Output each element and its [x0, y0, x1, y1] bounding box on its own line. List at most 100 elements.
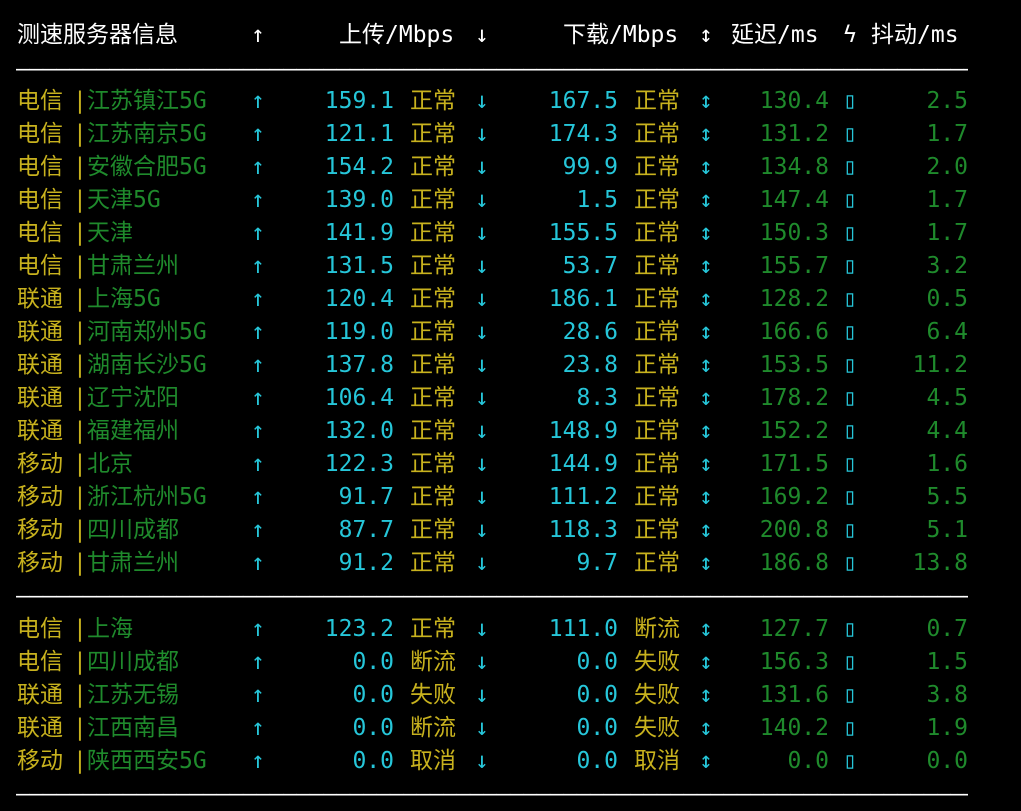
box-icon: ▯	[843, 649, 857, 675]
box-icon: ▯	[843, 88, 857, 114]
isp-name: 电信	[17, 616, 63, 642]
bar-separator: |	[73, 748, 87, 774]
server-location: 甘肃兰州	[87, 550, 179, 576]
latency-value: 131.6	[759, 682, 829, 708]
table-row: 电信 | 安徽合肥5G ↑ 154.2 正常 ↓ 99.9 正常 ↕ 134.8 ▯ 2.0	[0, 151, 1021, 184]
server-location: 天津5G	[87, 187, 161, 213]
upload-value: 0.0	[352, 748, 394, 774]
updown-arrow-icon: ↕	[699, 220, 713, 246]
download-value: 0.0	[576, 649, 618, 675]
bar-separator: |	[73, 121, 87, 147]
isp-name: 联通	[17, 715, 63, 741]
download-status: 正常	[634, 88, 680, 114]
download-value: 0.0	[576, 748, 618, 774]
updown-arrow-icon: ↕	[699, 154, 713, 180]
download-value: 28.6	[562, 319, 618, 345]
down-arrow-icon: ↓	[475, 253, 489, 279]
jitter-value: 1.7	[926, 121, 968, 147]
jitter-value: 0.7	[926, 616, 968, 642]
up-arrow-icon: ↑	[251, 385, 265, 411]
server-location: 江苏南京5G	[87, 121, 207, 147]
bar-separator: |	[73, 319, 87, 345]
jitter-value: 3.8	[926, 682, 968, 708]
down-arrow-icon: ↓	[475, 715, 489, 741]
upload-value: 139.0	[324, 187, 394, 213]
bar-separator: |	[73, 88, 87, 114]
bar-separator: |	[73, 550, 87, 576]
box-icon: ▯	[843, 385, 857, 411]
download-status: 正常	[634, 286, 680, 312]
latency-value: 0.0	[787, 748, 829, 774]
download-value: 53.7	[562, 253, 618, 279]
table-row: 电信 | 天津5G ↑ 139.0 正常 ↓ 1.5 正常 ↕ 147.4 ▯ 1.7	[0, 184, 1021, 217]
download-status: 正常	[634, 352, 680, 378]
bar-separator: |	[73, 286, 87, 312]
updown-arrow-icon: ↕	[699, 319, 713, 345]
download-status: 正常	[634, 517, 680, 543]
download-status: 取消	[634, 748, 680, 774]
up-arrow-icon: ↑	[251, 616, 265, 642]
server-location: 四川成都	[87, 649, 179, 675]
jitter-value: 3.2	[926, 253, 968, 279]
down-arrow-icon: ↓	[475, 748, 489, 774]
header-download: 下载/Mbps	[563, 22, 679, 48]
download-status: 正常	[634, 319, 680, 345]
server-location: 辽宁沈阳	[87, 385, 179, 411]
box-icon: ▯	[843, 121, 857, 147]
isp-name: 联通	[17, 286, 63, 312]
down-arrow-icon: ↓	[475, 682, 489, 708]
jitter-value: 1.6	[926, 451, 968, 477]
server-location: 上海	[87, 616, 133, 642]
separator-text: ————————————————————————————————————————…	[16, 781, 968, 807]
table-row: 电信 | 上海 ↑ 123.2 正常 ↓ 111.0 断流 ↕ 127.7 ▯ 0.7	[0, 613, 1021, 646]
up-arrow-icon: ↑	[251, 550, 265, 576]
latency-value: 152.2	[759, 418, 829, 444]
up-arrow-icon: ↑	[251, 88, 265, 114]
updown-arrow-icon: ↕	[699, 748, 713, 774]
jitter-value: 11.2	[912, 352, 968, 378]
box-icon: ▯	[843, 187, 857, 213]
bar-separator: |	[73, 418, 87, 444]
upload-value: 0.0	[352, 682, 394, 708]
latency-value: 156.3	[759, 649, 829, 675]
bar-separator: |	[73, 484, 87, 510]
table-row: 电信 | 甘肃兰州 ↑ 131.5 正常 ↓ 53.7 正常 ↕ 155.7 ▯ 3.2	[0, 250, 1021, 283]
server-location: 江西南昌	[87, 715, 179, 741]
isp-name: 电信	[17, 187, 63, 213]
upload-value: 0.0	[352, 715, 394, 741]
down-arrow-icon: ↓	[475, 352, 489, 378]
jitter-value: 5.5	[926, 484, 968, 510]
upload-status: 正常	[410, 88, 456, 114]
upload-status: 断流	[410, 715, 456, 741]
upload-value: 141.9	[324, 220, 394, 246]
download-status: 正常	[634, 121, 680, 147]
isp-name: 移动	[17, 550, 63, 576]
upload-value: 0.0	[352, 649, 394, 675]
upload-status: 正常	[410, 385, 456, 411]
updown-arrow-icon: ↕	[699, 418, 713, 444]
up-arrow-icon: ↑	[251, 154, 265, 180]
isp-name: 电信	[17, 154, 63, 180]
box-icon: ▯	[843, 154, 857, 180]
up-arrow-icon: ↑	[251, 286, 265, 312]
box-icon: ▯	[843, 748, 857, 774]
download-value: 23.8	[562, 352, 618, 378]
isp-name: 联通	[17, 682, 63, 708]
updown-arrow-icon: ↕	[699, 121, 713, 147]
up-arrow-icon: ↑	[251, 352, 265, 378]
server-location: 天津	[87, 220, 133, 246]
server-location: 河南郑州5G	[87, 319, 207, 345]
up-arrow-icon: ↑	[251, 187, 265, 213]
header-jitter: 抖动/ms	[871, 22, 959, 48]
isp-name: 联通	[17, 418, 63, 444]
header-upload: 上传/Mbps	[339, 22, 455, 48]
upload-status: 正常	[410, 550, 456, 576]
down-arrow-icon: ↓	[475, 484, 489, 510]
latency-value: 153.5	[759, 352, 829, 378]
table-row: 移动 | 浙江杭州5G ↑ 91.7 正常 ↓ 111.2 正常 ↕ 169.2 ▯ 5.5	[0, 481, 1021, 514]
upload-value: 154.2	[324, 154, 394, 180]
down-arrow-icon: ↓	[475, 220, 489, 246]
upload-status: 正常	[410, 319, 456, 345]
download-value: 144.9	[548, 451, 618, 477]
upload-status: 正常	[410, 286, 456, 312]
